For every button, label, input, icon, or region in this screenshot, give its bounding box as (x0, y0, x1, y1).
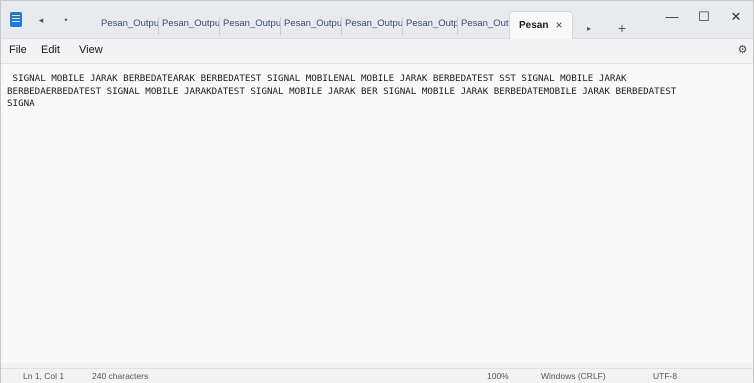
close-tab-icon[interactable]: × (552, 18, 566, 32)
tab-pesan-output-6[interactable]: Pesan_Outpu (404, 17, 458, 35)
tab-pesan-output-1[interactable]: Pesan_Outpu (99, 17, 159, 35)
cursor-position: Ln 1, Col 1 (23, 371, 65, 381)
tab-pesan-output-3[interactable]: Pesan_Outpu (221, 17, 281, 35)
tab-active-label: Pesan (519, 20, 549, 31)
notepad-window: ◂ • Pesan_Outpu Pesan_Outpu Pesan_Outpu … (0, 0, 754, 383)
tab-pesan-output-4[interactable]: Pesan_Outpu (282, 17, 342, 35)
maximize-button[interactable]: ☐ (689, 7, 719, 27)
tab-pesan-output-2[interactable]: Pesan_Outpu (160, 17, 220, 35)
text-editor[interactable]: SIGNAL MOBILE JARAK BERBEDATEARAK BERBED… (1, 63, 753, 363)
tab-active[interactable]: Pesan × (509, 11, 573, 39)
menu-view[interactable]: View (79, 44, 103, 56)
back-arrow-icon[interactable]: ◂ (34, 13, 48, 27)
line-ending[interactable]: Windows (CRLF) (541, 371, 606, 381)
close-window-button[interactable]: ✕ (721, 7, 751, 27)
tab-pesan-output-7[interactable]: Pesan_Outpu (459, 17, 511, 35)
title-bar: ◂ • Pesan_Outpu Pesan_Outpu Pesan_Outpu … (1, 1, 753, 39)
settings-icon[interactable]: ⚙ (736, 44, 749, 57)
menu-bar: File Edit View ⚙ (1, 40, 753, 62)
encoding[interactable]: UTF-8 (653, 371, 677, 381)
character-count: 240 characters (92, 371, 149, 381)
dot-icon: • (64, 15, 68, 25)
zoom-level[interactable]: 100% (487, 371, 509, 381)
minimize-button[interactable]: — (657, 7, 687, 27)
status-bar: Ln 1, Col 1 240 characters 100% Windows … (1, 368, 753, 383)
menu-edit[interactable]: Edit (41, 44, 60, 56)
notepad-icon (10, 12, 22, 27)
tab-pesan-output-5[interactable]: Pesan_Outpu (343, 17, 403, 35)
menu-file[interactable]: File (9, 44, 27, 56)
new-tab-button[interactable]: + (614, 20, 630, 36)
editor-content[interactable]: SIGNAL MOBILE JARAK BERBEDATEARAK BERBED… (7, 73, 742, 111)
scroll-tabs-right-icon[interactable]: ▸ (583, 23, 595, 35)
